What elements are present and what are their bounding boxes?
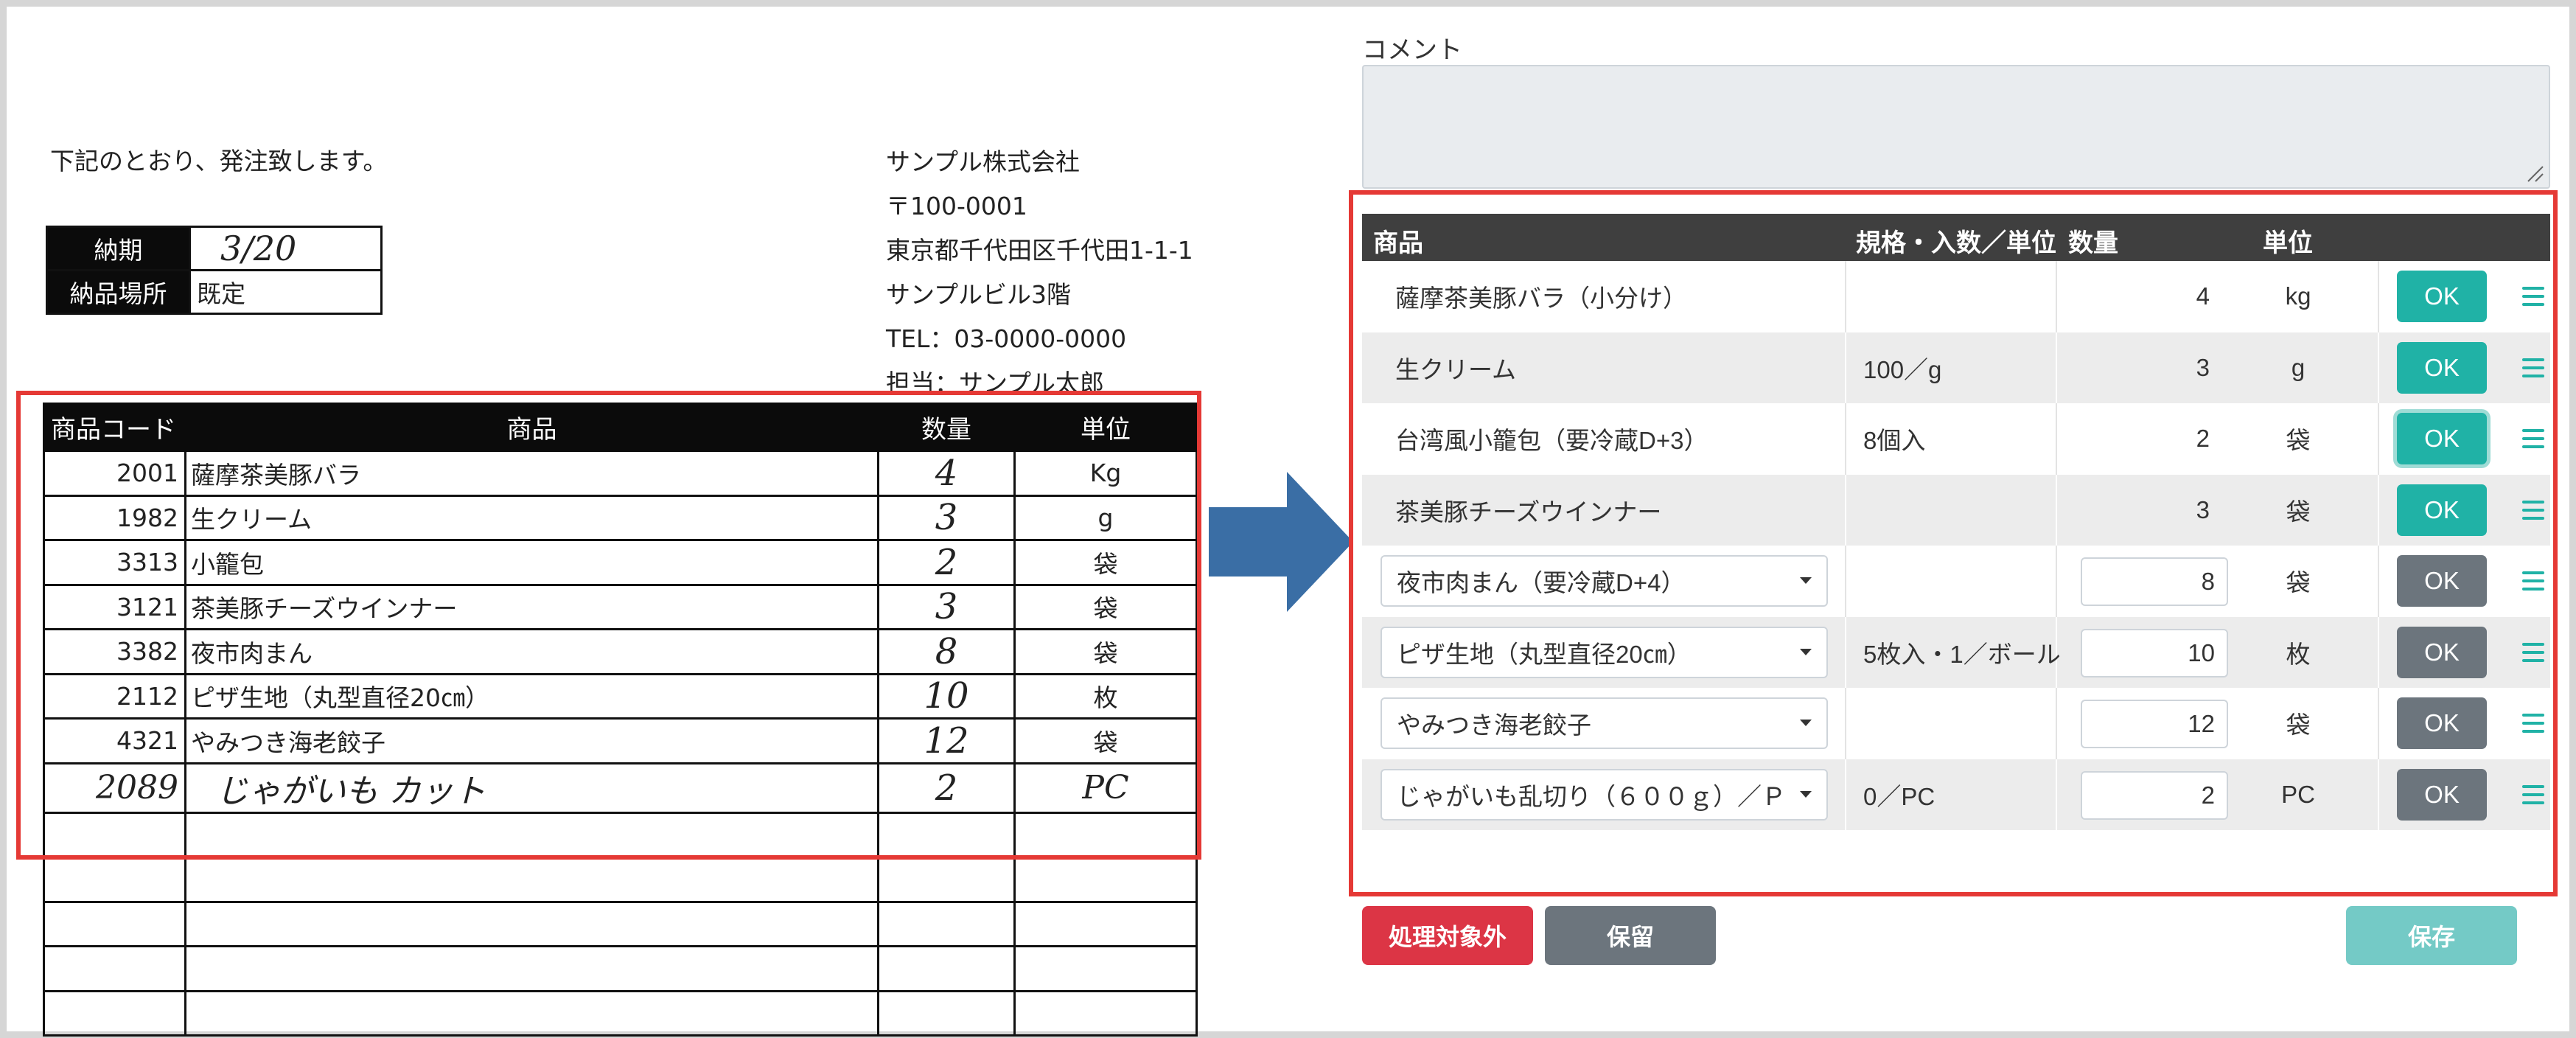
delivery-place-label: 納品場所 (46, 269, 191, 315)
sender-company: サンプル株式会社 (886, 147, 1081, 176)
delivery-date-label: 納期 (46, 226, 191, 271)
highlight-box-order-items (16, 391, 1201, 860)
delivery-date-value: 3/20 (189, 226, 383, 271)
sender-tel: TEL：03-0000-0000 (886, 324, 1127, 353)
empty-row (43, 856, 1198, 903)
exclude-button[interactable]: 処理対象外 (1362, 906, 1533, 965)
delivery-place-value: 既定 (189, 269, 383, 315)
right-arrow-icon (1209, 472, 1353, 612)
comment-textarea[interactable] (1362, 65, 2550, 189)
sender-building: サンプルビル3階 (886, 280, 1072, 309)
order-intro: 下記のとおり、発注致します。 (50, 147, 388, 175)
resize-handle-icon[interactable] (2525, 164, 2544, 183)
sender-zip: 〒100-0001 (886, 192, 1027, 220)
sender-contact: 担当：サンプル太郎 (886, 369, 1105, 392)
comment-label: コメント (1362, 36, 1462, 64)
delivery-meta-table: 納期 3/20 納品場所 既定 (46, 226, 383, 315)
empty-row (43, 945, 1198, 992)
highlight-box-order-lines (1349, 190, 2558, 896)
sender-block: サンプル株式会社 〒100-0001 東京都千代田区千代田1-1-1 サンプルビ… (886, 140, 1193, 392)
empty-row (43, 989, 1198, 1037)
order-form: 下記のとおり、発注致します。 サンプル株式会社 〒100-0001 東京都千代田… (0, 0, 1253, 1038)
empty-row (43, 900, 1198, 947)
sender-address: 東京都千代田区千代田1-1-1 (886, 236, 1193, 265)
save-button[interactable]: 保存 (2346, 906, 2517, 965)
hold-button[interactable]: 保留 (1545, 906, 1716, 965)
